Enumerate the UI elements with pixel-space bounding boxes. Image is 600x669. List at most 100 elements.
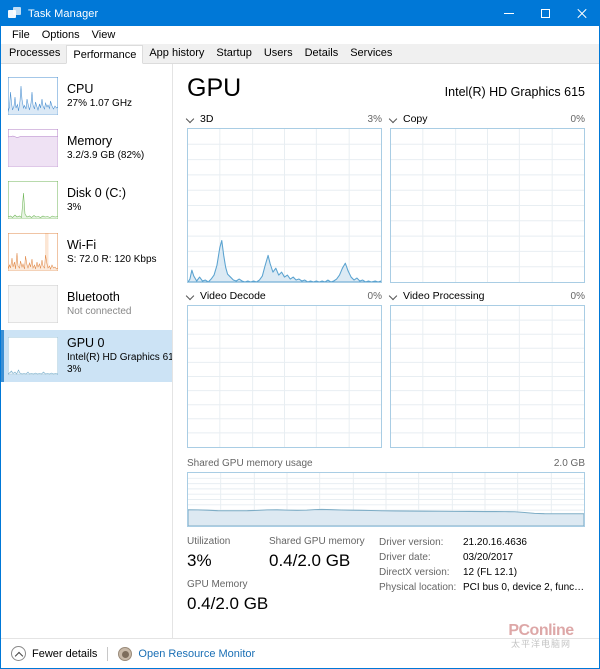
chevron-down-icon[interactable] (390, 115, 398, 123)
tab-services[interactable]: Services (344, 44, 398, 63)
tab-app-history[interactable]: App history (143, 44, 210, 63)
tab-startup[interactable]: Startup (210, 44, 257, 63)
bluetooth-mini-graph (8, 285, 58, 323)
shared-gpu-memory-value: 0.4/2.0 GB (269, 551, 351, 570)
engine-header-video-decode[interactable]: Video Decode 0% (187, 289, 382, 303)
sidebar-item-cpu-sub: 27% 1.07 GHz (67, 98, 133, 109)
engine-value-copy: 0% (570, 113, 585, 125)
minimize-icon (504, 13, 514, 14)
driver-date-label: Driver date: (379, 552, 431, 563)
chevron-down-icon[interactable] (390, 292, 398, 300)
engine-graph-video-processing[interactable] (390, 305, 585, 448)
fewer-details-button[interactable]: Fewer details (11, 646, 97, 661)
gpu-memory-label: GPU Memory (187, 579, 248, 590)
chevron-down-icon[interactable] (187, 115, 195, 123)
sidebar-item-memory-text: Memory 3.2/3.9 GB (82%) (67, 134, 144, 162)
gpu-memory-value: 0.4/2.0 GB (187, 594, 269, 613)
task-manager-window: Task Manager File Options View Processes… (0, 0, 600, 669)
driver-date-value: 03/20/2017 (463, 552, 514, 563)
menu-item-view[interactable]: View (86, 28, 122, 42)
engine-label-3d: 3D (200, 113, 214, 125)
tab-details[interactable]: Details (299, 44, 345, 63)
engine-cell-copy: Copy 0% (390, 112, 585, 283)
sidebar-item-cpu[interactable]: CPU 27% 1.07 GHz (1, 70, 172, 122)
chevron-down-icon[interactable] (187, 292, 195, 300)
minimize-button[interactable] (491, 1, 527, 26)
tab-processes[interactable]: Processes (3, 44, 66, 63)
driver-version-label: Driver version: (379, 537, 444, 548)
stats-column-shared-memory: Shared GPU memory 0.4/2.0 GB (269, 535, 379, 621)
page-title: GPU (187, 74, 242, 102)
directx-version-label: DirectX version: (379, 567, 450, 578)
detail-row-physical-location: Physical location: PCI bus 0, device 2, … (379, 580, 585, 595)
menu-item-file[interactable]: File (6, 28, 36, 42)
physical-location-label: Physical location: (379, 582, 457, 593)
engine-header-video-processing[interactable]: Video Processing 0% (390, 289, 585, 303)
sidebar-item-wifi-text: Wi-Fi S: 72.0 R: 120 Kbps (67, 238, 157, 266)
shared-memory-graph[interactable] (187, 472, 585, 527)
sidebar-item-wifi[interactable]: Wi-Fi S: 72.0 R: 120 Kbps (1, 226, 172, 278)
engine-label-video-decode: Video Decode (200, 290, 266, 302)
task-manager-icon (8, 6, 22, 21)
sidebar-item-cpu-title: CPU (67, 82, 94, 96)
performance-sidebar: CPU 27% 1.07 GHz Memory 3.2/3.9 GB (82%) (1, 64, 173, 638)
maximize-button[interactable] (527, 1, 563, 26)
engine-graph-row-2: Video Decode 0% Video Processing 0% (187, 289, 585, 448)
sidebar-item-gpu-0-title: GPU 0 (67, 336, 105, 350)
engine-graph-row-1: 3D 3% Copy 0% (187, 112, 585, 283)
sidebar-item-cpu-text: CPU 27% 1.07 GHz (67, 82, 132, 110)
engine-graph-copy[interactable] (390, 128, 585, 283)
shared-memory-section: Shared GPU memory usage 2.0 GB (187, 456, 585, 527)
gpu-stats: Utilization 3% GPU Memory 0.4/2.0 GB Sha… (187, 535, 585, 621)
sidebar-item-disk-text: Disk 0 (C:) 3% (67, 186, 126, 214)
sidebar-item-disk[interactable]: Disk 0 (C:) 3% (1, 174, 172, 226)
engine-header-copy[interactable]: Copy 0% (390, 112, 585, 126)
tab-strip: Processes Performance App history Startu… (1, 44, 599, 64)
menu-item-options[interactable]: Options (36, 28, 86, 42)
gpu-mini-graph (8, 337, 58, 375)
engine-value-video-decode: 0% (367, 290, 382, 302)
directx-version-value: 12 (FL 12.1) (463, 567, 518, 578)
engine-cell-3d: 3D 3% (187, 112, 382, 283)
engine-graph-video-decode[interactable] (187, 305, 382, 448)
engine-header-3d[interactable]: 3D 3% (187, 112, 382, 126)
engine-value-3d: 3% (367, 113, 382, 125)
window-title: Task Manager (28, 7, 99, 20)
shared-memory-header: Shared GPU memory usage 2.0 GB (187, 456, 585, 470)
open-resource-monitor-link[interactable]: Open Resource Monitor (118, 646, 255, 661)
wifi-mini-graph (8, 233, 58, 271)
sidebar-item-gpu-0[interactable]: GPU 0 Intel(R) HD Graphics 615 3% (1, 330, 172, 382)
utilization-value: 3% (187, 551, 212, 570)
engine-graph-3d[interactable] (187, 128, 382, 283)
status-bar-divider (107, 646, 109, 661)
engine-graph-grid: 3D 3% Copy 0% Video Decode 0% Video Proc… (187, 112, 585, 527)
cpu-mini-graph (8, 77, 58, 115)
sidebar-item-bluetooth-title: Bluetooth (67, 290, 120, 304)
fewer-details-label: Fewer details (32, 647, 98, 660)
title-bar: Task Manager (1, 1, 599, 26)
sidebar-item-wifi-sub: S: 72.0 R: 120 Kbps (67, 254, 157, 265)
tab-performance[interactable]: Performance (66, 45, 144, 64)
sidebar-item-memory-sub: 3.2/3.9 GB (82%) (67, 150, 145, 161)
sidebar-item-disk-sub: 3% (67, 202, 82, 213)
engine-label-video-processing: Video Processing (403, 290, 485, 302)
sidebar-item-bluetooth-text: Bluetooth Not connected (67, 290, 132, 318)
close-button[interactable] (563, 1, 599, 26)
shared-gpu-memory-label: Shared GPU memory (269, 536, 365, 547)
close-icon (576, 8, 587, 19)
maximize-icon (540, 9, 550, 18)
sidebar-item-bluetooth[interactable]: Bluetooth Not connected (1, 278, 172, 330)
memory-mini-graph (8, 129, 58, 167)
sidebar-item-memory[interactable]: Memory 3.2/3.9 GB (82%) (1, 122, 172, 174)
sidebar-item-wifi-title: Wi-Fi (67, 238, 97, 252)
detail-row-driver-version: Driver version: 21.20.16.4636 (379, 535, 585, 550)
detail-row-directx-version: DirectX version: 12 (FL 12.1) (379, 565, 585, 580)
sidebar-item-gpu-0-sub: Intel(R) HD Graphics 615 (67, 352, 172, 363)
gpu-detail-pane: GPU Intel(R) HD Graphics 615 3D 3% Copy … (173, 64, 599, 638)
shared-memory-capacity: 2.0 GB (553, 457, 585, 469)
sidebar-item-disk-title: Disk 0 (C:) (67, 186, 127, 200)
tab-users[interactable]: Users (258, 44, 299, 63)
detail-row-driver-date: Driver date: 03/20/2017 (379, 550, 585, 565)
status-bar: Fewer details Open Resource Monitor (1, 638, 599, 668)
chevron-up-icon (11, 646, 26, 661)
